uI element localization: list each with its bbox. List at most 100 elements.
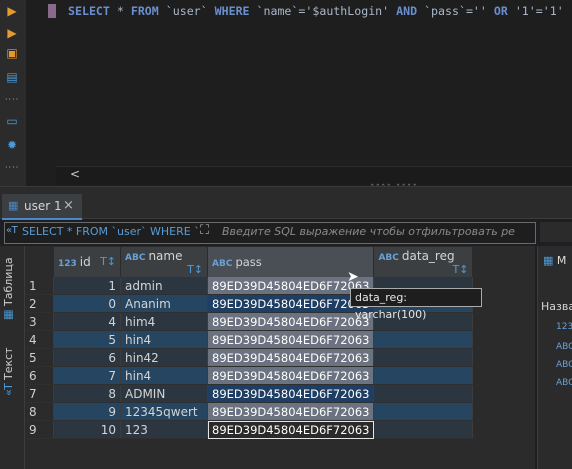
filter-sort-icon[interactable]: T↕ [100, 255, 116, 268]
cell-data-reg[interactable] [373, 366, 474, 385]
explain-icon[interactable]: ▤ [4, 70, 20, 84]
sql-editor[interactable] [26, 0, 572, 186]
cell-name[interactable]: 12345qwert [120, 402, 208, 421]
row-number[interactable]: 8 [25, 402, 54, 421]
cell-data-reg[interactable] [373, 420, 474, 439]
tab-label: user 1 [24, 199, 62, 213]
cell-data-reg[interactable] [373, 330, 474, 349]
cell-pass[interactable]: 89ED39D45804ED6F72063 [207, 312, 375, 331]
row-number[interactable]: 4 [25, 330, 54, 349]
row-number[interactable]: 2 [25, 294, 54, 313]
table-icon: ▦ [8, 199, 19, 212]
cell-pass[interactable]: 89ED39D45804ED6F72063 [207, 348, 375, 367]
table-row[interactable]: 7 8 ADMIN 89ED39D45804ED6F72063 [25, 384, 474, 403]
toolbar-strip [540, 222, 572, 242]
cell-id[interactable]: 0 [53, 294, 121, 313]
cell-id[interactable]: 5 [53, 330, 121, 349]
editor-gutter: ▶ ▶ ▣ ▤ ···· ▭ ✹ ···· [0, 0, 27, 186]
text-type-icon[interactable]: ABC [556, 360, 572, 370]
table-row[interactable]: 8 9 12345qwert 89ED39D45804ED6F72063 [25, 402, 474, 421]
cell-pass[interactable]: 89ED39D45804ED6F72063 [207, 420, 375, 439]
terminal-icon[interactable]: ▭ [4, 114, 20, 128]
cell-data-reg[interactable] [373, 402, 474, 421]
cell-name[interactable]: hin42 [120, 348, 208, 367]
scroll-left-icon[interactable]: < [70, 167, 80, 181]
row-number[interactable]: 3 [25, 312, 54, 331]
row-number[interactable]: 7 [25, 384, 54, 403]
separator-dots: ···· [5, 95, 20, 104]
cell-pass[interactable]: 89ED39D45804ED6F72063 [207, 384, 375, 403]
cell-pass[interactable]: 89ED39D45804ED6F72063 [207, 366, 375, 385]
row-number[interactable]: 9 [25, 420, 54, 439]
results-table: 123 id T↕ ABC name T↕ ABC pass ABC data_reg T↕ … [25, 247, 474, 439]
table-row[interactable]: 9 10 123 89ED39D45804ED6F72063 [25, 420, 474, 439]
grid-horizontal-scrollbar[interactable] [25, 448, 535, 458]
cell-pass[interactable]: 89ED39D45804ED6F72063 [207, 330, 375, 349]
cell-id[interactable]: 6 [53, 348, 121, 367]
cell-name[interactable]: hin4 [120, 366, 208, 385]
text-type-icon[interactable]: ABC [556, 342, 572, 352]
cell-id[interactable]: 9 [53, 402, 121, 421]
row-number[interactable]: 1 [25, 277, 54, 295]
tab-close-icon[interactable]: × [63, 198, 74, 213]
cell-pass[interactable]: 89ED39D45804ED6F72063 [207, 294, 375, 313]
grid-icon[interactable]: ▦ [2, 308, 22, 322]
table-row[interactable]: 5 6 hin42 89ED39D45804ED6F72063 [25, 348, 474, 367]
text-type-icon[interactable]: ABC [556, 378, 572, 388]
cell-data-reg[interactable] [373, 348, 474, 367]
splitter-handle-icon[interactable]: ˆˆˆˆ ˇˇˇˇ [370, 184, 418, 194]
cell-pass[interactable]: 89ED39D45804ED6F72063 [207, 402, 375, 421]
text-type-icon: ABC [125, 252, 146, 263]
panel-column-title: Назва [541, 300, 572, 313]
corner-header [25, 247, 54, 277]
run-triangle-icon[interactable]: ▶ [4, 4, 20, 18]
expand-icon[interactable]: ⛶ [200, 223, 209, 238]
cell-name[interactable]: admin [120, 277, 208, 295]
text-type-icon: ABC [212, 259, 233, 269]
editor-horizontal-scrollbar[interactable] [56, 166, 572, 185]
cell-data-reg[interactable] [373, 384, 474, 403]
cell-name[interactable]: 123 [120, 420, 208, 439]
cell-id[interactable]: 10 [53, 420, 121, 439]
header-row: 123 id T↕ ABC name T↕ ABC pass ABC data_reg T↕ [25, 247, 474, 277]
view-switcher: Таблица ▦ Текст «T [0, 246, 25, 469]
sql-text[interactable]: SELECT * FROM `user` WHERE `name`='$auth… [68, 4, 564, 18]
table-icon: ▦ [543, 254, 557, 267]
row-number[interactable]: 6 [25, 366, 54, 385]
text-type-icon: ABC [378, 252, 399, 263]
row-number[interactable]: 5 [25, 348, 54, 367]
tab-text-view[interactable]: Текст [2, 340, 22, 380]
cell-name[interactable]: ADMIN [120, 384, 208, 403]
panel-item-number[interactable]: 123 [556, 322, 572, 332]
results-tabbar [0, 194, 572, 219]
filter-sort-icon[interactable]: T↕ [187, 263, 203, 276]
column-header-data-reg[interactable]: ABC data_reg T↕ [373, 247, 474, 277]
mouse-cursor-icon: ➤ [347, 269, 359, 285]
side-panel [537, 246, 572, 469]
column-header-name[interactable]: ABC name T↕ [120, 247, 208, 277]
cell-name[interactable]: him4 [120, 312, 208, 331]
text-icon[interactable]: «T [2, 382, 22, 396]
filter-sql-text: SELECT * FROM `user` WHERE `n [22, 225, 198, 238]
cell-name[interactable]: hin4 [120, 330, 208, 349]
filter-input[interactable]: Введите SQL выражение чтобы отфильтроват… [222, 225, 522, 238]
separator-dots: ···· [5, 163, 20, 172]
column-header-id[interactable]: 123 id T↕ [53, 247, 121, 277]
tab-table-view[interactable]: Таблица [2, 256, 22, 306]
filter-sort-icon[interactable]: T↕ [453, 263, 469, 276]
cell-id[interactable]: 7 [53, 366, 121, 385]
gear-blue-icon[interactable]: ✹ [4, 138, 20, 152]
cell-id[interactable]: 4 [53, 312, 121, 331]
column-tooltip: data_reg: varchar(100) [350, 288, 482, 321]
filter-sql-icon: «T [6, 225, 18, 236]
table-row[interactable]: 6 7 hin4 89ED39D45804ED6F72063 [25, 366, 474, 385]
caret [48, 4, 56, 18]
cell-id[interactable]: 1 [53, 277, 121, 295]
run-triangle-plus-icon[interactable]: ▶ [4, 26, 20, 40]
script-icon[interactable]: ▣ [4, 46, 20, 60]
table-row[interactable]: 4 5 hin4 89ED39D45804ED6F72063 [25, 330, 474, 349]
cell-name[interactable]: Ananim [120, 294, 208, 313]
cell-id[interactable]: 8 [53, 384, 121, 403]
panel-header[interactable]: ▦ M [543, 254, 566, 267]
number-type-icon: 123 [58, 259, 77, 269]
